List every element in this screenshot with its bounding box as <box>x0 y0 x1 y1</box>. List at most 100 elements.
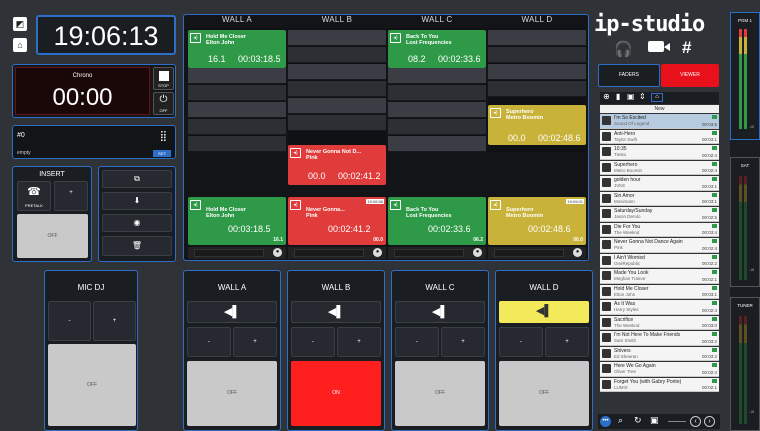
library-item[interactable]: I Ain't Worried OneRepublic 00:02:2 <box>600 253 719 268</box>
library-item[interactable]: Sin Amor Mosimann 00:03:1 <box>600 191 719 206</box>
chrono-power-button[interactable]: ⏻ OFF <box>153 92 174 115</box>
library-item[interactable]: Hold Me Closer Elton John 00:03:1 <box>600 284 719 299</box>
wall-d-minus-button[interactable]: - <box>499 327 543 357</box>
player-sub: 06.2 <box>473 237 483 243</box>
wall-a-plus-button[interactable]: + <box>233 327 277 357</box>
player-c[interactable]: ◂) Back To You Lost Frequencies 00:02:33… <box>388 197 486 245</box>
library-item[interactable]: Sacrifice The Weeknd 00:03:0 <box>600 315 719 330</box>
audio-file-icon <box>602 178 611 187</box>
cart-status: empty <box>17 150 31 156</box>
library-item[interactable]: Saturday/Sunday Jason Derulo 00:02:5 <box>600 207 719 222</box>
eject-icon[interactable]: ● <box>273 248 282 257</box>
mic-minus-button[interactable]: - <box>48 301 91 341</box>
wall-b-cart[interactable]: ◂) Never Gonna Not D... Pink 00.0 00:02:… <box>288 145 386 185</box>
headphones-icon[interactable]: 🎧 <box>614 40 633 58</box>
eject-icon[interactable]: ● <box>373 248 382 257</box>
wall-b-grid[interactable] <box>288 28 386 152</box>
library-item[interactable]: Anti-Hero Taylor Swift 00:03:1 <box>600 129 719 144</box>
library-item[interactable]: Shivers Ed Sheeran 00:03:2 <box>600 346 719 361</box>
wall-a-minus-button[interactable]: - <box>187 327 231 357</box>
wall-c-cart[interactable]: ◂) Back To You Lost Frequencies 08.2 00:… <box>388 30 486 68</box>
wall-d-speaker-button[interactable]: ◀▌ <box>499 301 589 323</box>
mic-plus-button[interactable]: + <box>93 301 136 341</box>
bottom-wall-title: WALL B <box>321 283 351 292</box>
eject-icon[interactable]: ● <box>473 248 482 257</box>
keypad-icon[interactable]: ⣿ <box>160 131 167 142</box>
library-item[interactable]: As It Was Harry Styles 00:02:4 <box>600 300 719 315</box>
library-folder-icon[interactable]: ▣ <box>650 415 659 426</box>
wall-d-state-button[interactable]: OFF <box>499 361 589 426</box>
insert-plus-button[interactable]: + <box>54 181 88 211</box>
wall-b-plus-button[interactable]: + <box>337 327 381 357</box>
library-item[interactable]: Forget You (with Gabry Ponte) LUM!X 00:02:… <box>600 377 719 392</box>
eject-icon[interactable]: ● <box>573 248 582 257</box>
audio-file-icon: ◂) <box>190 33 201 43</box>
library-item[interactable]: Superhero Metro Boomin 00:02:4 <box>600 160 719 175</box>
camera-icon[interactable] <box>648 41 664 52</box>
insert-off-button[interactable]: OFF <box>17 214 88 258</box>
refresh-icon[interactable]: ↻ <box>634 415 642 426</box>
library-item[interactable]: I'm Not Here To Make Friends Sam Smith 00:… <box>600 331 719 346</box>
hashtag-icon[interactable]: # <box>682 38 691 58</box>
stop-button[interactable]: STOP <box>153 67 174 90</box>
wall-c-speaker-button[interactable]: ◀▌ <box>395 301 485 323</box>
wall-c-plus-button[interactable]: + <box>441 327 485 357</box>
record-button[interactable]: ◉ <box>102 214 172 232</box>
wall-a-cart[interactable]: ◂) Hold Me Closer Elton John 16.1 00:03:… <box>188 30 286 68</box>
wall-b-minus-button[interactable]: - <box>291 327 335 357</box>
library-item[interactable]: I'm So Excited Sound Of Legend 00:03:5 <box>600 114 719 129</box>
player-a[interactable]: ◂) Hold Me Closer Elton John 00:03:18.5 … <box>188 197 286 245</box>
library-item[interactable]: golden hour JVKE 00:03:1 <box>600 176 719 191</box>
library-item[interactable]: Here We Go Again Oliver Tree 00:02:4 <box>600 362 719 377</box>
chrono-label: Chrono <box>72 73 93 79</box>
edit-icon[interactable]: ◩ <box>13 17 27 31</box>
home-icon[interactable]: ⌂ <box>13 38 27 52</box>
download-button[interactable]: ⬇ <box>102 192 172 210</box>
add-icon[interactable]: ⊕ <box>603 92 610 101</box>
player-b-progress[interactable] <box>294 249 364 257</box>
player-a-progress[interactable] <box>194 249 264 257</box>
status-indicator <box>712 223 717 228</box>
bottom-wall-title: WALL D <box>529 283 559 292</box>
next-page-icon[interactable]: › <box>704 416 715 427</box>
speaker-icon: ◀▌ <box>327 306 345 318</box>
search-icon[interactable]: ⌕ <box>618 415 623 426</box>
wall-c-header: WALL C <box>421 15 453 24</box>
set-button[interactable]: SET <box>153 150 171 157</box>
wall-d-plus-button[interactable]: + <box>545 327 589 357</box>
cart-selector[interactable]: #0 empty ⣿ SET <box>12 125 176 159</box>
status-indicator <box>712 378 717 383</box>
pretalk-button[interactable]: ☎ PRETALK <box>17 181 51 211</box>
copy-button[interactable]: ⧉ <box>102 170 172 188</box>
wall-b-speaker-button[interactable]: ◀▌ <box>291 301 381 323</box>
prev-page-icon[interactable]: ‹ <box>690 416 701 427</box>
library-item[interactable]: 10:35 Tiesto 00:02:4 <box>600 145 719 160</box>
wall-c-minus-button[interactable]: - <box>395 327 439 357</box>
library-item[interactable]: Die For You The Weeknd 00:03:4 <box>600 222 719 237</box>
wall-a-speaker-button[interactable]: ◀▌ <box>187 301 277 323</box>
tag-icon[interactable]: ⌂ <box>651 93 663 102</box>
tab-viewer[interactable]: VIEWER <box>661 64 719 87</box>
more-icon[interactable]: ••• <box>600 416 611 427</box>
bookmark-icon[interactable]: ▮ <box>616 92 620 101</box>
player-b[interactable]: ◂) 19:06:56 Never Gonna... Pink 00:02:41… <box>288 197 386 245</box>
library-item[interactable]: Never Gonna Not Dance Again Pink 00:02:4 <box>600 238 719 253</box>
bottom-wall-d: WALL D ◀▌ - + OFF <box>495 270 593 431</box>
player-d-progress[interactable] <box>494 249 564 257</box>
status-indicator <box>712 254 717 259</box>
library-item[interactable]: Made You Look Meghan Trainor 00:02:1 <box>600 269 719 284</box>
wall-c-state-button[interactable]: OFF <box>395 361 485 426</box>
tools-panel: ⧉ ⬇ ◉ 🗑 <box>98 166 176 262</box>
player-d[interactable]: ◂) 19:09:01 Superhero Metro Boomin 00:02… <box>488 197 586 245</box>
wall-b-state-button[interactable]: ON <box>291 361 381 426</box>
tab-faders[interactable]: FADERS <box>598 64 660 87</box>
audio-file-icon <box>602 224 611 234</box>
wall-d-cart[interactable]: ◂) Superhero Metro Boomin 00.0 00:02:48.… <box>488 105 586 145</box>
phone-icon: ☎ <box>27 186 41 198</box>
sort-icon[interactable]: ⇕ <box>639 92 646 101</box>
wall-a-state-button[interactable]: OFF <box>187 361 277 426</box>
player-c-progress[interactable] <box>394 249 464 257</box>
delete-button[interactable]: 🗑 <box>102 236 172 256</box>
mic-off-button[interactable]: OFF <box>48 344 136 426</box>
folder-icon[interactable]: ▣ <box>627 92 635 101</box>
